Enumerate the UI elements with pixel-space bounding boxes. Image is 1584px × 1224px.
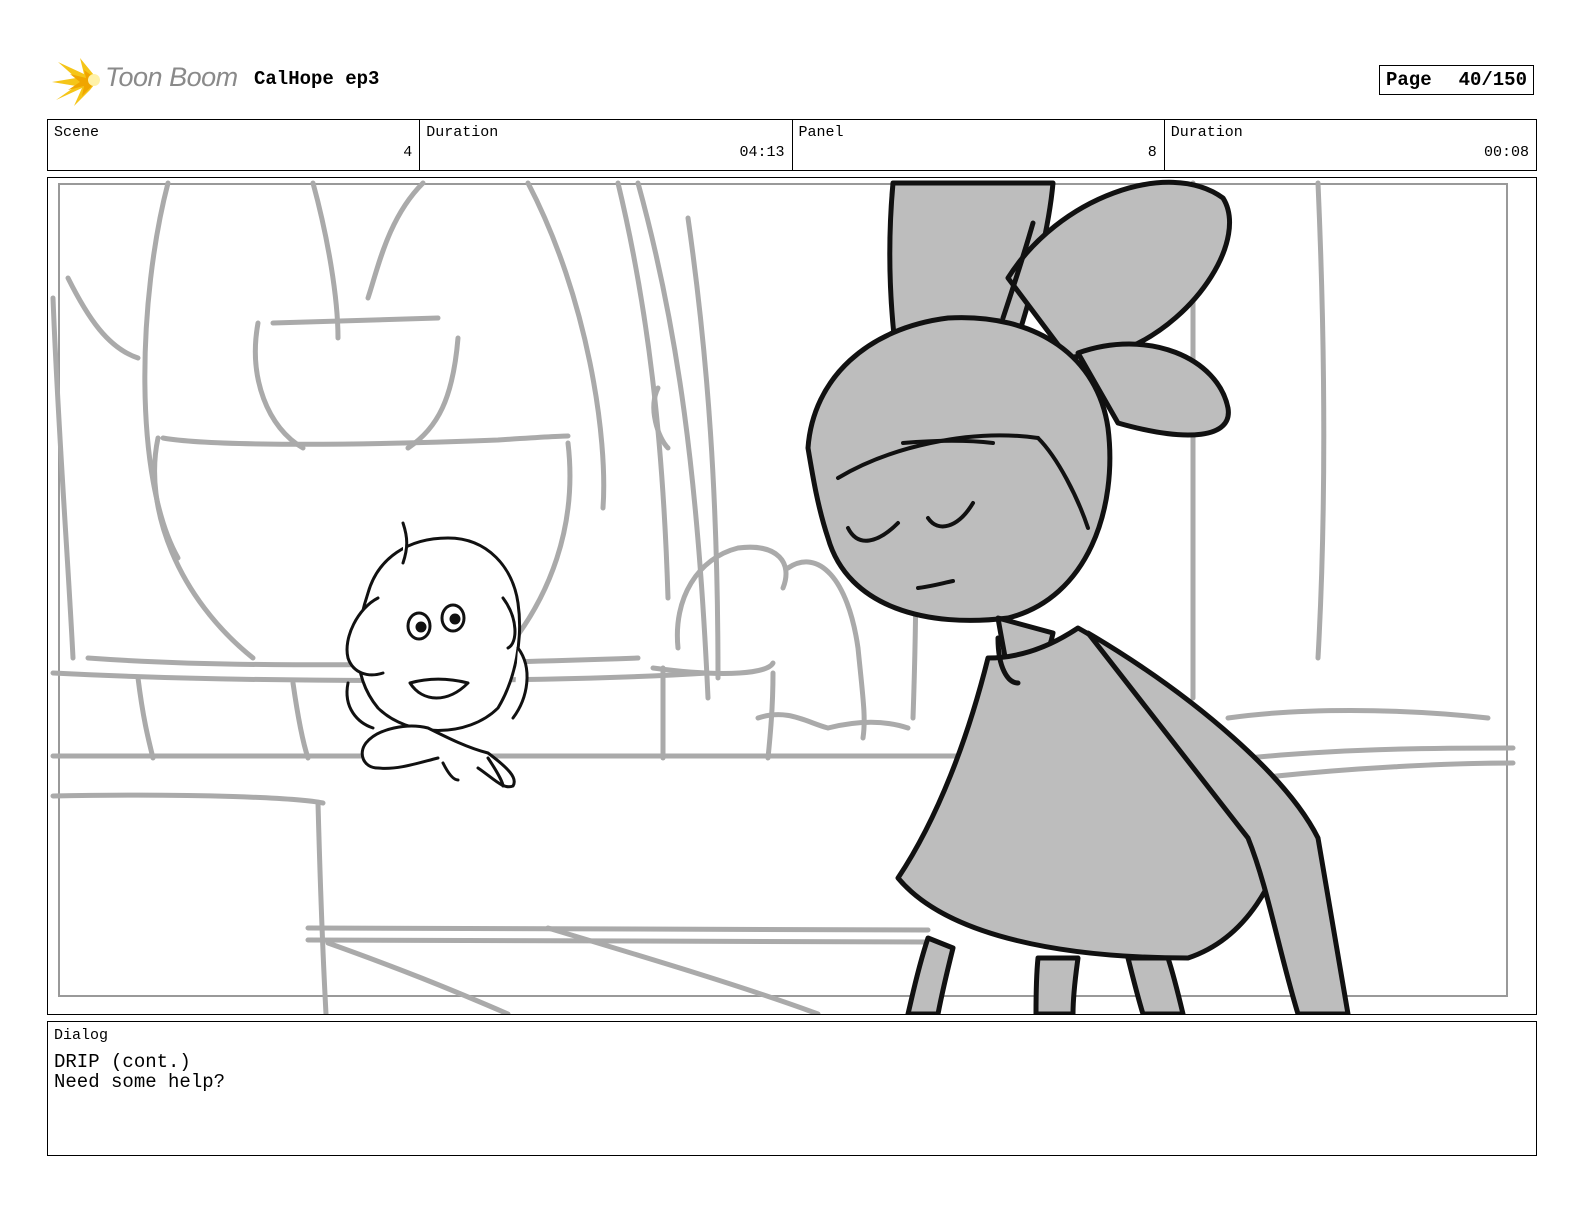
scene-duration-label: Duration <box>426 124 499 141</box>
dialog-line: Need some help? <box>54 1071 226 1093</box>
panel-value: 8 <box>1147 144 1157 161</box>
dialog-label: Dialog <box>54 1027 109 1044</box>
scene-duration-value: 04:13 <box>739 144 785 161</box>
dialog-box: Dialog DRIP (cont.) Need some help? <box>47 1021 1537 1156</box>
panel-info-row: Scene 4 Duration 04:13 Panel 8 Duration … <box>47 119 1537 171</box>
project-title: CalHope ep3 <box>254 68 380 90</box>
scene-cell: Scene 4 <box>48 120 421 170</box>
page-number: 40/150 <box>1458 69 1527 91</box>
page-indicator: Page 40/150 <box>1379 65 1534 95</box>
toon-boom-logo: Toon Boom <box>50 52 240 110</box>
page-label: Page <box>1386 69 1432 91</box>
tall-character <box>805 179 1351 1014</box>
panel-cell: Panel 8 <box>793 120 1165 170</box>
scene-value: 4 <box>403 144 413 161</box>
storyboard-drawing <box>50 179 1516 1014</box>
storyboard-panel-image <box>47 177 1537 1015</box>
panel-duration-value: 00:08 <box>1483 144 1529 161</box>
scene-label: Scene <box>54 124 100 141</box>
girl-character <box>345 521 529 789</box>
logo-text: Toon Boom <box>105 62 238 92</box>
panel-label: Panel <box>798 124 844 141</box>
dialog-speaker: DRIP (cont.) <box>54 1051 191 1073</box>
scene-duration-cell: Duration 04:13 <box>420 120 793 170</box>
panel-duration-label: Duration <box>1170 124 1243 141</box>
starburst-icon <box>52 58 100 106</box>
panel-duration-cell: Duration 00:08 <box>1165 120 1536 170</box>
